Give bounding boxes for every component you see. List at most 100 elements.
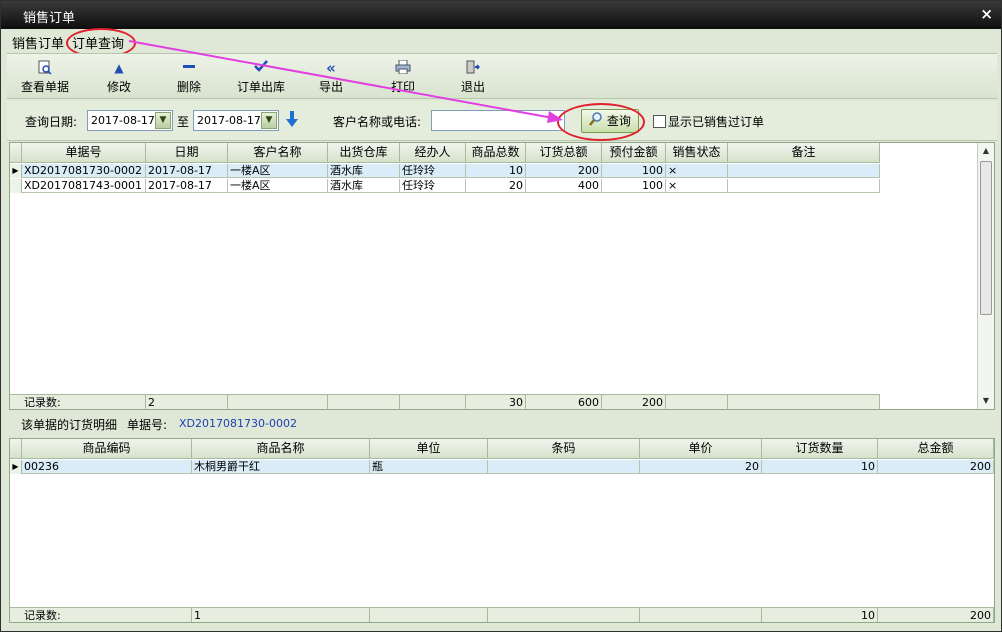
row-pointer-icon: ▶ <box>10 164 22 178</box>
window-title: 销售订单 <box>23 11 76 26</box>
close-icon[interactable]: × <box>980 5 993 23</box>
table-cell[interactable]: XD2017081730-0002 <box>22 164 146 178</box>
orders-table: 单据号 日期 客户名称 出货仓库 经办人 商品总数 订货总额 预付金额 销售状态… <box>9 142 995 410</box>
table-cell[interactable]: 瓶 <box>370 460 488 474</box>
column-header[interactable]: 销售状态 <box>666 143 728 163</box>
exit-button[interactable]: 退出 <box>461 60 485 95</box>
record-count-value: 1 <box>192 607 370 622</box>
table-cell[interactable]: 20 <box>640 460 762 474</box>
order-detail-table: 商品编码 商品名称 单位 条码 单价 订货数量 总金额 ▶ 00236 木桐男爵… <box>9 438 995 623</box>
highlight-circle <box>557 103 645 141</box>
column-header[interactable]: 经办人 <box>400 143 466 163</box>
delete-button[interactable]: 删除 <box>177 60 201 95</box>
show-sold-label: 显示已销售过订单 <box>668 115 765 129</box>
column-header[interactable]: 日期 <box>146 143 228 163</box>
column-header[interactable]: 条码 <box>488 439 640 459</box>
printer-icon <box>391 59 415 76</box>
scroll-thumb[interactable] <box>980 161 992 315</box>
column-header[interactable]: 商品编码 <box>22 439 192 459</box>
table-cell[interactable]: 一楼A区 <box>228 179 328 193</box>
scroll-down-icon[interactable]: ▼ <box>978 393 994 409</box>
sales-order-window: 销售订单 × 销售订单 订单查询 查看单据 ▲ 修改 删除 订单出库 « 导出 … <box>0 0 1002 632</box>
record-count-label: 记录数: <box>10 607 192 622</box>
table-cell[interactable]: 酒水库 <box>328 164 400 178</box>
footer-cell <box>328 394 400 409</box>
table-cell[interactable]: 木桐男爵干红 <box>192 460 370 474</box>
toolbar: 查看单据 ▲ 修改 删除 订单出库 « 导出 打印 退出 <box>7 53 997 99</box>
column-header[interactable]: 出货仓库 <box>328 143 400 163</box>
tab-sales-order[interactable]: 销售订单 <box>12 33 64 52</box>
row-indicator <box>10 179 22 193</box>
column-header[interactable]: 订货数量 <box>762 439 878 459</box>
column-header[interactable]: 单价 <box>640 439 762 459</box>
door-exit-icon <box>461 60 485 76</box>
column-header[interactable]: 单据号 <box>22 143 146 163</box>
arrow-down-icon[interactable] <box>285 110 299 131</box>
table-cell[interactable] <box>728 179 880 193</box>
table-cell[interactable]: × <box>666 179 728 193</box>
title-bar: 销售订单 × <box>1 1 1001 29</box>
column-header[interactable]: 单位 <box>370 439 488 459</box>
detail-header: 该单据的订货明细 单据号: XD2017081730-0002 <box>7 411 997 437</box>
doc-no-value: XD2017081730-0002 <box>179 417 297 430</box>
column-header[interactable]: 预付金额 <box>602 143 666 163</box>
chevron-down-icon[interactable]: ▼ <box>261 112 277 129</box>
column-header[interactable]: 订货总额 <box>526 143 602 163</box>
column-header[interactable]: 总金额 <box>878 439 994 459</box>
vertical-scrollbar[interactable]: ▲ ▼ <box>977 143 994 409</box>
footer-cell <box>488 607 640 622</box>
table-cell[interactable]: 任玲玲 <box>400 164 466 178</box>
scroll-up-icon[interactable]: ▲ <box>978 143 994 159</box>
footer-cell <box>666 394 728 409</box>
table-cell[interactable] <box>488 460 640 474</box>
view-document-button[interactable]: 查看单据 <box>21 60 69 95</box>
column-header[interactable]: 客户名称 <box>228 143 328 163</box>
customer-label: 客户名称或电话: <box>333 115 422 129</box>
footer-cell <box>728 394 880 409</box>
table-cell[interactable]: 10 <box>762 460 878 474</box>
footer-cell <box>370 607 488 622</box>
table-cell[interactable]: × <box>666 164 728 178</box>
table-cell[interactable]: 20 <box>466 179 526 193</box>
table-cell[interactable]: 2017-08-17 <box>146 164 228 178</box>
customer-search-input[interactable] <box>431 110 565 131</box>
footer-total-amount: 600 <box>526 394 602 409</box>
footer-cell <box>400 394 466 409</box>
record-count-value: 2 <box>146 394 228 409</box>
date-to-picker[interactable]: 2017-08-17 ▼ <box>193 110 279 131</box>
date-label: 查询日期: <box>25 115 78 129</box>
double-chevron-left-icon: « <box>326 59 336 77</box>
table-cell[interactable] <box>728 164 880 178</box>
table-cell[interactable]: 一楼A区 <box>228 164 328 178</box>
column-header[interactable]: 备注 <box>728 143 880 163</box>
table-cell[interactable]: 200 <box>526 164 602 178</box>
document-search-icon <box>21 60 69 76</box>
table-cell[interactable]: 00236 <box>22 460 192 474</box>
column-header[interactable]: 商品总数 <box>466 143 526 163</box>
date-from-picker[interactable]: 2017-08-17 ▼ <box>87 110 173 131</box>
footer-total-prepaid: 200 <box>602 394 666 409</box>
table-cell[interactable]: XD2017081743-0001 <box>22 179 146 193</box>
edit-button[interactable]: ▲ 修改 <box>107 60 131 95</box>
export-button[interactable]: « 导出 <box>319 60 343 95</box>
chevron-down-icon[interactable]: ▼ <box>155 112 171 129</box>
filter-bar: 查询日期: 2017-08-17 ▼ 至 2017-08-17 ▼ 客户名称或电… <box>7 101 997 141</box>
print-button[interactable]: 打印 <box>391 59 415 95</box>
table-cell[interactable]: 任玲玲 <box>400 179 466 193</box>
table-cell[interactable]: 100 <box>602 164 666 178</box>
table-cell[interactable]: 100 <box>602 179 666 193</box>
table-cell[interactable]: 2017-08-17 <box>146 179 228 193</box>
ship-order-button[interactable]: 订单出库 <box>237 60 285 95</box>
table-cell[interactable]: 10 <box>466 164 526 178</box>
column-header[interactable]: 商品名称 <box>192 439 370 459</box>
doc-no-label: 单据号: <box>127 418 168 432</box>
show-sold-checkbox[interactable] <box>653 115 666 128</box>
detail-title: 该单据的订货明细 <box>21 418 118 432</box>
table-cell[interactable]: 200 <box>878 460 994 474</box>
checkmark-icon <box>237 60 285 76</box>
triangle-up-icon: ▲ <box>114 61 124 75</box>
row-indicator-header <box>10 143 22 163</box>
table-cell[interactable]: 酒水库 <box>328 179 400 193</box>
table-cell[interactable]: 400 <box>526 179 602 193</box>
footer-cell <box>228 394 328 409</box>
